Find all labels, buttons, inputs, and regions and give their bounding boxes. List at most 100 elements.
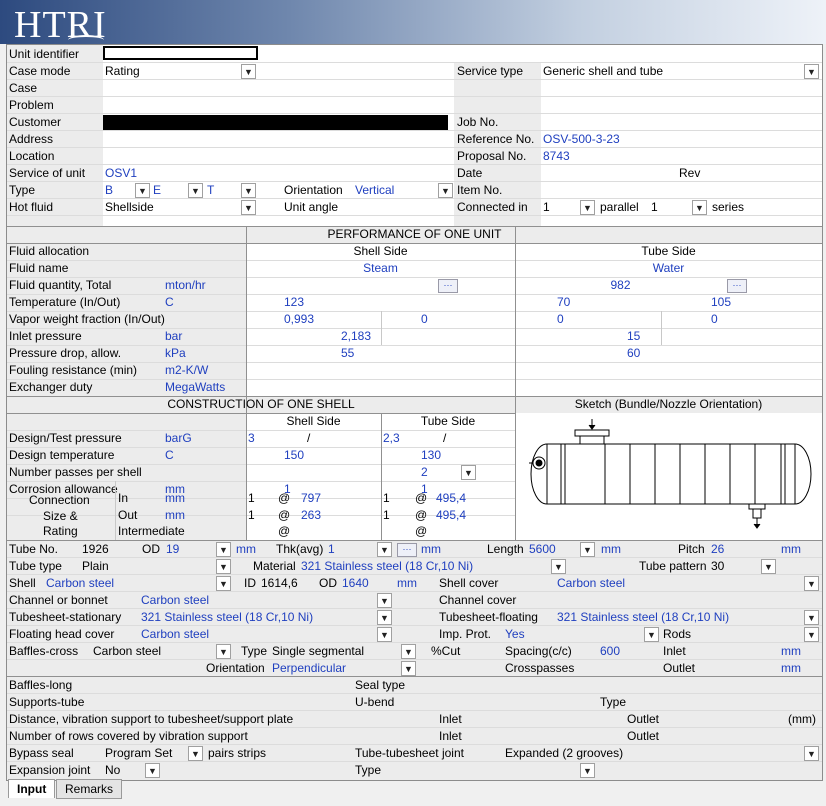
tube-fluid-name-field[interactable]: Water [515, 260, 822, 277]
unit-identifier-input[interactable] [103, 46, 258, 60]
tube-vapor-in-field[interactable]: 0 [557, 311, 564, 328]
od-unit[interactable]: mm [236, 541, 256, 558]
chevron-down-icon[interactable]: ▼ [377, 542, 392, 557]
chevron-down-icon[interactable]: ▼ [692, 200, 707, 215]
chevron-down-icon[interactable]: ▼ [241, 200, 256, 215]
tube-vapor-out-field[interactable]: 0 [711, 311, 718, 328]
customer-redacted-field[interactable] [103, 115, 448, 130]
tt-joint-select[interactable]: Expanded (2 grooves) [505, 745, 623, 762]
tube-no-field[interactable]: 1926 [82, 541, 109, 558]
shell-quantity-more-button[interactable]: ··· [438, 279, 458, 293]
chevron-down-icon[interactable]: ▼ [401, 661, 416, 676]
shell-fluid-name-field[interactable]: Steam [246, 260, 515, 277]
tube-temp-out-field[interactable]: 105 [711, 294, 731, 311]
chevron-down-icon[interactable]: ▼ [580, 200, 595, 215]
chevron-down-icon[interactable]: ▼ [761, 559, 776, 574]
tube-quantity-more-button[interactable]: ··· [727, 279, 747, 293]
baffle-orientation-select[interactable]: Perpendicular [272, 660, 346, 677]
case-mode-select[interactable]: Rating [105, 63, 140, 80]
shell-design-pressure-field[interactable]: 3 [248, 430, 255, 447]
fouling-unit[interactable]: m2-K/W [165, 362, 208, 379]
shell-temp-in-field[interactable]: 123 [284, 294, 304, 311]
shell-in-size-field[interactable]: 797 [301, 490, 321, 507]
shell-cover-select[interactable]: Carbon steel [557, 575, 625, 592]
tube-passes-select[interactable]: 2 [421, 464, 428, 481]
tube-pressure-drop-field[interactable]: 60 [627, 345, 640, 362]
thk-more-button[interactable]: ··· [397, 543, 417, 557]
chevron-down-icon[interactable]: ▼ [401, 644, 416, 659]
chevron-down-icon[interactable]: ▼ [804, 627, 819, 642]
chevron-down-icon[interactable]: ▼ [461, 465, 476, 480]
chevron-down-icon[interactable]: ▼ [551, 559, 566, 574]
chevron-down-icon[interactable]: ▼ [804, 64, 819, 79]
chevron-down-icon[interactable]: ▼ [216, 559, 231, 574]
length-field[interactable]: 5600 [529, 541, 556, 558]
shell-design-temp-field[interactable]: 150 [284, 447, 304, 464]
bypass-seal-select[interactable]: Program Set [105, 745, 172, 762]
chevron-down-icon[interactable]: ▼ [804, 610, 819, 625]
service-type-select[interactable]: Generic shell and tube [543, 63, 663, 80]
proposal-no-field[interactable]: 8743 [543, 148, 570, 165]
baffle-type-select[interactable]: Single segmental [272, 643, 364, 660]
expansion-joint-select[interactable]: No [105, 762, 120, 779]
chevron-down-icon[interactable]: ▼ [216, 576, 231, 591]
chevron-down-icon[interactable]: ▼ [188, 746, 203, 761]
conn-out-unit[interactable]: mm [165, 507, 185, 524]
connected-series-select[interactable]: 1 [651, 199, 658, 216]
chevron-down-icon[interactable]: ▼ [216, 542, 231, 557]
tube-inlet-pressure-field[interactable]: 15 [627, 328, 640, 345]
od-field[interactable]: 19 [166, 541, 179, 558]
baffle-outlet-unit[interactable]: mm [781, 660, 801, 677]
design-pressure-unit[interactable]: barG [165, 430, 192, 447]
conn-in-unit[interactable]: mm [165, 490, 185, 507]
tube-design-temp-field[interactable]: 130 [421, 447, 441, 464]
type-rear-select[interactable]: T [207, 182, 214, 199]
shell-material-select[interactable]: Carbon steel [46, 575, 114, 592]
channel-select[interactable]: Carbon steel [141, 592, 209, 609]
thk-field[interactable]: 1 [328, 541, 335, 558]
chevron-down-icon[interactable]: ▼ [216, 644, 231, 659]
chevron-down-icon[interactable]: ▼ [188, 183, 203, 198]
tab-input[interactable]: Input [8, 779, 56, 798]
orientation-select[interactable]: Vertical [355, 182, 394, 199]
shell-vapor-out-field[interactable]: 0 [421, 311, 428, 328]
chevron-down-icon[interactable]: ▼ [377, 610, 392, 625]
shell-in-count-field[interactable]: 1 [248, 490, 255, 507]
spacing-field[interactable]: 600 [600, 643, 620, 660]
chevron-down-icon[interactable]: ▼ [580, 542, 595, 557]
material-select[interactable]: 321 Stainless steel (18 Cr,10 Ni) [301, 558, 473, 575]
baffle-inlet-unit[interactable]: mm [781, 643, 801, 660]
temperature-unit[interactable]: C [165, 294, 174, 311]
inlet-pressure-unit[interactable]: bar [165, 328, 182, 345]
pitch-unit[interactable]: mm [781, 541, 801, 558]
imp-prot-select[interactable]: Yes [505, 626, 525, 643]
shell-id-field[interactable]: 1614,6 [261, 575, 298, 592]
shell-pressure-drop-field[interactable]: 55 [341, 345, 354, 362]
shell-inlet-pressure-field[interactable]: 2,183 [341, 328, 371, 345]
hot-fluid-select[interactable]: Shellside [105, 199, 154, 216]
service-of-unit-field[interactable]: OSV1 [105, 165, 137, 182]
ts-floating-select[interactable]: 321 Stainless steel (18 Cr,10 Ni) [557, 609, 729, 626]
chevron-down-icon[interactable]: ▼ [644, 627, 659, 642]
type-front-select[interactable]: B [105, 182, 113, 199]
pitch-field[interactable]: 26 [711, 541, 724, 558]
shell-vapor-in-field[interactable]: 0,993 [284, 311, 314, 328]
ts-stationary-select[interactable]: 321 Stainless steel (18 Cr,10 Ni) [141, 609, 313, 626]
tube-quantity-field[interactable]: 982 [515, 277, 726, 294]
chevron-down-icon[interactable]: ▼ [580, 763, 595, 778]
chevron-down-icon[interactable]: ▼ [804, 576, 819, 591]
pressure-drop-unit[interactable]: kPa [165, 345, 186, 362]
tab-remarks[interactable]: Remarks [56, 779, 123, 799]
chevron-down-icon[interactable]: ▼ [804, 746, 819, 761]
shell-out-count-field[interactable]: 1 [248, 507, 255, 524]
tube-design-pressure-field[interactable]: 2,3 [383, 430, 400, 447]
chevron-down-icon[interactable]: ▼ [377, 627, 392, 642]
tube-type-select[interactable]: Plain [82, 558, 109, 575]
reference-no-field[interactable]: OSV-500-3-23 [543, 131, 620, 148]
shell-out-size-field[interactable]: 263 [301, 507, 321, 524]
tube-in-size-field[interactable]: 495,4 [436, 490, 466, 507]
baffles-cross-material-select[interactable]: Carbon steel [93, 643, 161, 660]
chevron-down-icon[interactable]: ▼ [135, 183, 150, 198]
tube-pattern-select[interactable]: 30 [711, 558, 724, 575]
thk-unit[interactable]: mm [421, 541, 441, 558]
